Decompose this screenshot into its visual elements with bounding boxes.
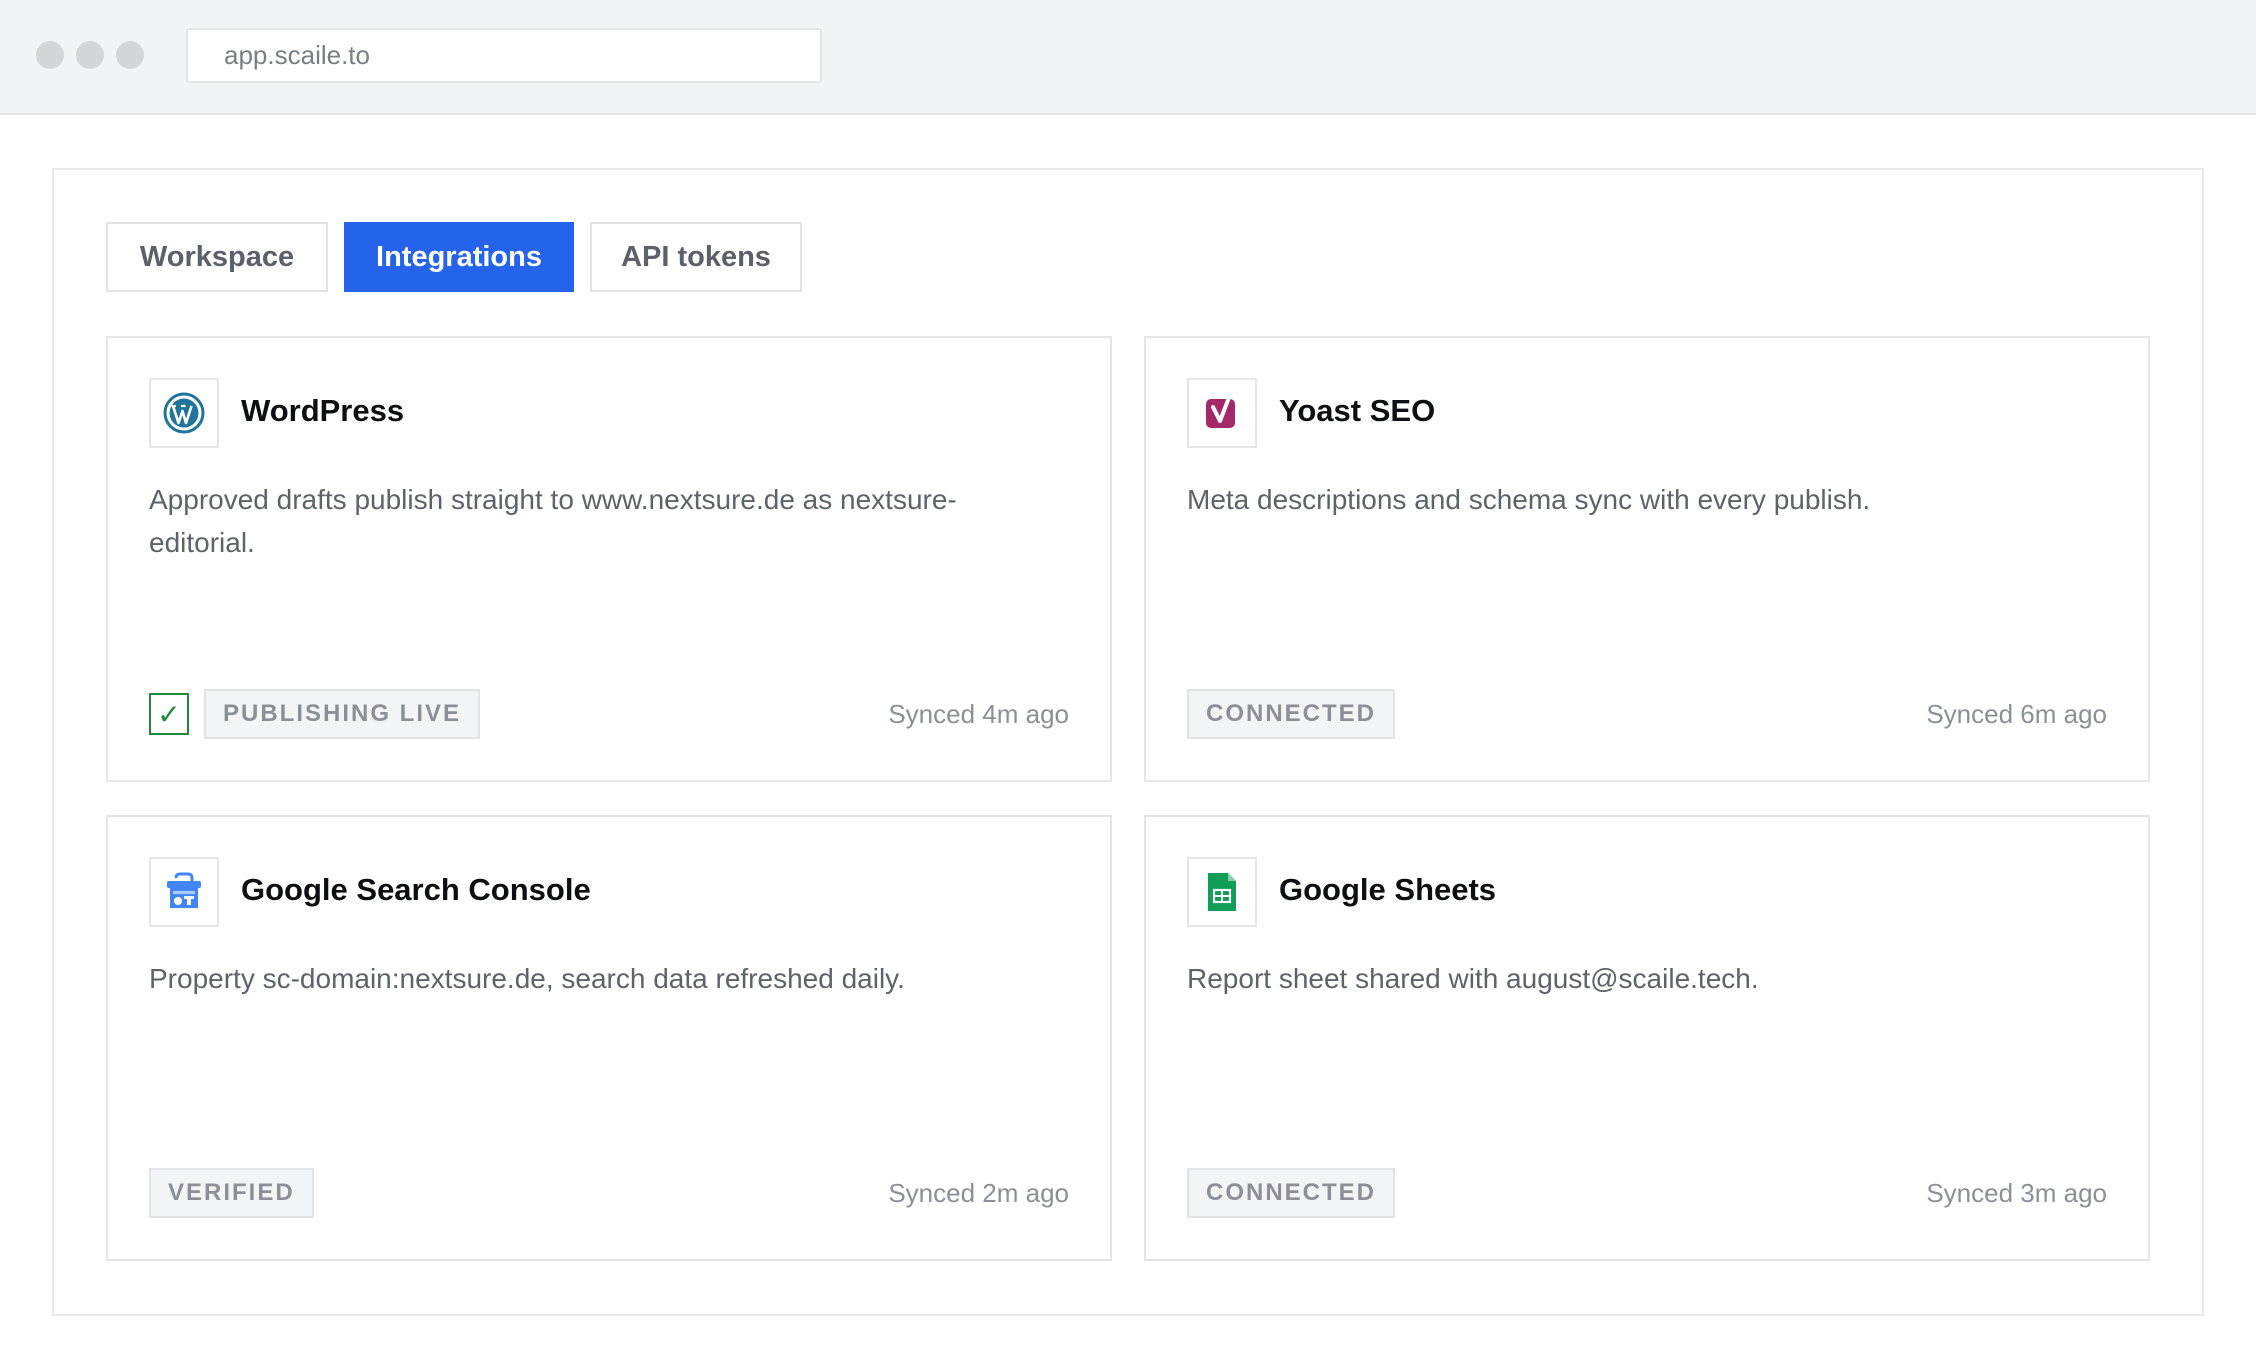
sync-timestamp: Synced 4m ago: [888, 698, 1069, 729]
card-footer: ✓ PUBLISHING LIVE Synced 4m ago: [149, 688, 1069, 740]
search-console-icon: [149, 857, 219, 927]
sync-timestamp: Synced 2m ago: [888, 1177, 1069, 1208]
card-description: Property sc-domain:nextsure.de, search d…: [149, 963, 905, 994]
address-bar[interactable]: app.scaile.to: [186, 28, 822, 83]
status-badge: CONNECTED: [1187, 1168, 1396, 1218]
sync-timestamp: Synced 3m ago: [1926, 1177, 2107, 1208]
card-description: Meta descriptions and schema sync with e…: [1187, 484, 1871, 515]
browser-chrome: app.scaile.to: [0, 0, 2256, 115]
tab-api-tokens[interactable]: API tokens: [590, 222, 802, 292]
card-description: Approved drafts publish straight to www.…: [149, 484, 957, 558]
card-description: Report sheet shared with august@scaile.t…: [1187, 963, 1759, 994]
tab-integrations[interactable]: Integrations: [344, 222, 574, 292]
sync-timestamp: Synced 6m ago: [1926, 698, 2107, 729]
yoast-icon: [1187, 378, 1257, 448]
card-title: WordPress: [241, 393, 405, 428]
status-badge: VERIFIED: [149, 1168, 314, 1218]
card-footer: VERIFIED Synced 2m ago: [149, 1167, 1069, 1219]
card-footer: CONNECTED Synced 3m ago: [1187, 1167, 2107, 1219]
window-close-dot[interactable]: [36, 41, 64, 69]
wordpress-icon: [149, 378, 219, 448]
status-badge: CONNECTED: [1187, 689, 1396, 739]
integration-card-sheets[interactable]: Google Sheets Report sheet shared with a…: [1144, 815, 2150, 1261]
integration-card-yoast[interactable]: Yoast SEO Meta descriptions and schema s…: [1144, 336, 2150, 782]
sheets-icon: [1187, 857, 1257, 927]
tab-workspace[interactable]: Workspace: [106, 222, 328, 292]
integration-card-search-console[interactable]: Google Search Console Property sc-domain…: [106, 815, 1112, 1261]
integration-card-wordpress[interactable]: WordPress Approved drafts publish straig…: [106, 336, 1112, 782]
window-maximize-dot[interactable]: [116, 41, 144, 69]
card-title: Google Search Console: [241, 872, 591, 907]
checkmark-icon: ✓: [149, 693, 189, 735]
card-footer: CONNECTED Synced 6m ago: [1187, 688, 2107, 740]
card-title: Google Sheets: [1279, 872, 1497, 907]
window-minimize-dot[interactable]: [76, 41, 104, 69]
status-badge: PUBLISHING LIVE: [204, 689, 481, 739]
card-title: Yoast SEO: [1279, 393, 1436, 428]
